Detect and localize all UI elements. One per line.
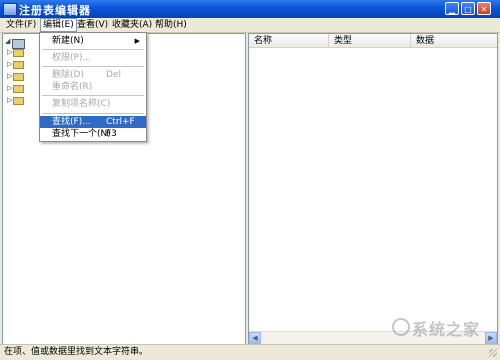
edit-menu-dropdown: 新建(N) ▶ 权限(P)... 删除(D) Del 重命名(R) 复制项名称(…: [39, 32, 147, 142]
folder-icon: [13, 73, 24, 81]
menu-separator: [42, 66, 144, 67]
title-bar[interactable]: 注册表编辑器 ▁ □ ✕: [0, 0, 500, 18]
maximize-icon: □: [464, 5, 472, 14]
values-pane[interactable]: 名称 类型 数据 ◀ ▶: [248, 33, 498, 345]
tree-node[interactable]: ▷: [3, 71, 43, 81]
close-button[interactable]: ✕: [477, 2, 491, 15]
folder-icon: [13, 97, 24, 105]
menu-separator: [42, 95, 144, 96]
folder-icon: [13, 85, 24, 93]
menu-item-copy-key-name[interactable]: 复制项名称(C): [40, 98, 146, 110]
menu-item-copy-key-name-label: 复制项名称(C): [52, 99, 111, 109]
resize-grip-icon[interactable]: [489, 349, 497, 357]
menu-item-permissions-label: 权限(P)...: [52, 53, 92, 63]
tree-root[interactable]: ◢: [3, 36, 43, 49]
tree-node[interactable]: ▷: [3, 59, 43, 69]
menu-item-permissions[interactable]: 权限(P)...: [40, 52, 146, 64]
menu-item-delete[interactable]: 删除(D) Del: [40, 69, 146, 81]
close-icon: ✕: [480, 5, 488, 14]
menu-item-find-next-shortcut: F3: [106, 129, 117, 139]
folder-icon: [13, 49, 24, 57]
maximize-button[interactable]: □: [461, 2, 475, 15]
menu-item-find-next-label: 查找下一个(N): [52, 129, 111, 139]
menu-item-find-label: 查找(F)...: [52, 117, 91, 127]
menu-view[interactable]: 查看(V): [75, 19, 110, 31]
menu-favorites[interactable]: 收藏夹(A): [110, 19, 154, 31]
expand-icon[interactable]: ▷: [7, 73, 12, 80]
window-title: 注册表编辑器: [19, 4, 91, 17]
tree-node[interactable]: ▷: [3, 95, 43, 105]
menu-item-find-next[interactable]: 查找下一个(N) F3: [40, 128, 146, 140]
menu-file[interactable]: 文件(F): [4, 19, 38, 31]
minimize-icon: ▁: [448, 5, 456, 14]
expand-icon[interactable]: ▷: [7, 85, 12, 92]
menu-item-new-label: 新建(N): [52, 36, 84, 46]
menu-separator: [42, 49, 144, 50]
menu-item-find[interactable]: 查找(F)... Ctrl+F: [40, 116, 146, 128]
expand-icon[interactable]: ▷: [7, 97, 12, 104]
menu-help[interactable]: 帮助(H): [153, 19, 189, 31]
expand-icon[interactable]: ▷: [7, 49, 12, 56]
tree-node[interactable]: ▷: [3, 83, 43, 93]
menu-separator: [42, 113, 144, 114]
collapse-icon[interactable]: ◢: [5, 38, 10, 45]
scroll-left-icon: ◀: [252, 334, 258, 342]
menu-edit[interactable]: 编辑(E): [40, 18, 77, 32]
scroll-left-button[interactable]: ◀: [249, 332, 261, 344]
registry-app-icon: [3, 3, 17, 16]
folder-icon: [13, 61, 24, 69]
column-header-data[interactable]: 数据: [411, 34, 497, 48]
status-bar: 在项、值或数据里找到文本字符串。: [0, 344, 500, 359]
menu-item-new[interactable]: 新建(N) ▶: [40, 35, 146, 47]
menu-bar: 文件(F) 编辑(E) 查看(V) 收藏夹(A) 帮助(H): [0, 18, 500, 33]
menu-item-delete-shortcut: Del: [106, 70, 121, 80]
watermark-text: 系统之家: [412, 320, 481, 339]
menu-item-delete-label: 删除(D): [52, 70, 84, 80]
tree-node[interactable]: ▷: [3, 47, 43, 57]
menu-item-rename[interactable]: 重命名(R): [40, 81, 146, 93]
menu-item-find-shortcut: Ctrl+F: [106, 117, 135, 127]
column-header-name[interactable]: 名称: [249, 34, 329, 48]
registry-editor-window: 注册表编辑器 ▁ □ ✕ 文件(F) 编辑(E) 查看(V) 收藏夹(A) 帮助…: [0, 0, 500, 359]
minimize-button[interactable]: ▁: [445, 2, 459, 15]
menu-item-rename-label: 重命名(R): [52, 82, 93, 92]
status-text: 在项、值或数据里找到文本字符串。: [4, 347, 149, 357]
column-header-type[interactable]: 类型: [329, 34, 411, 48]
submenu-arrow-icon: ▶: [134, 37, 140, 45]
watermark-logo-icon: [392, 318, 410, 336]
expand-icon[interactable]: ▷: [7, 61, 12, 68]
